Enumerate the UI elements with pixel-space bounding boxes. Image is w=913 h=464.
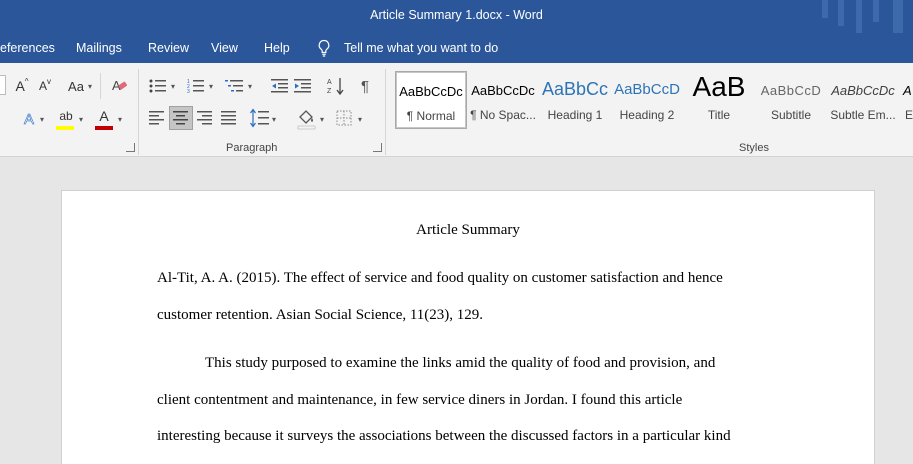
font-color-bar bbox=[95, 126, 113, 130]
numbering-icon[interactable]: 1 2 3 bbox=[187, 78, 205, 94]
tab-review[interactable]: Review bbox=[148, 41, 189, 55]
title-bar-pattern bbox=[822, 0, 828, 18]
change-case-button[interactable]: Aa bbox=[64, 77, 88, 95]
style-no-spacing[interactable]: AaBbCcDc ¶ No Spac... bbox=[467, 71, 539, 129]
lightbulb-icon[interactable] bbox=[317, 39, 331, 57]
chevron-down-icon[interactable]: ▾ bbox=[118, 115, 122, 124]
style-sample: AaB bbox=[692, 71, 746, 102]
chevron-down-icon[interactable]: ▾ bbox=[209, 82, 213, 91]
style-name: ¶ No Spac... bbox=[470, 108, 536, 122]
align-center-icon bbox=[173, 111, 188, 125]
tab-mailings[interactable]: Mailings bbox=[76, 41, 122, 55]
style-sample: AaBbCcD bbox=[760, 83, 822, 98]
chevron-down-icon[interactable]: ▾ bbox=[358, 115, 362, 124]
reference-line-1: Al-Tit, A. A. (2015). The effect of serv… bbox=[157, 270, 723, 286]
paragraph-line-2: client contentment and maintenance, in f… bbox=[157, 392, 683, 408]
tell-me-search[interactable]: Tell me what you want to do bbox=[344, 41, 498, 55]
ribbon: A ^ Av Aa ▾ A A ▾ ab ▾ A ▾ ▾ 1 2 3 ▾ ▾ A… bbox=[0, 63, 913, 157]
style-name: ¶ Normal bbox=[406, 109, 456, 123]
font-dialog-launcher[interactable] bbox=[126, 143, 135, 152]
chevron-down-icon[interactable]: ▾ bbox=[320, 115, 324, 124]
style-sample: AaBbCcDc bbox=[831, 83, 895, 98]
paragraph-group-label: Paragraph bbox=[226, 142, 278, 154]
style-heading-1[interactable]: AaBbCc Heading 1 bbox=[539, 71, 611, 129]
line-spacing-icon[interactable] bbox=[250, 108, 270, 128]
style-name: Subtle Em... bbox=[830, 108, 896, 122]
style-name: Heading 2 bbox=[619, 108, 675, 122]
style-sample: A bbox=[903, 83, 912, 98]
grow-font-label: A bbox=[15, 78, 25, 94]
text-effects-button[interactable]: A bbox=[20, 109, 38, 129]
paragraph-dialog-launcher[interactable] bbox=[373, 143, 382, 152]
grow-font-button[interactable]: A ^ bbox=[12, 77, 32, 95]
style-normal[interactable]: AaBbCcDc ¶ Normal bbox=[395, 71, 467, 129]
chevron-down-icon[interactable]: ▾ bbox=[88, 82, 92, 91]
document-page[interactable]: Article Summary Al-Tit, A. A. (2015). Th… bbox=[61, 190, 875, 464]
title-bar-pattern bbox=[856, 0, 862, 33]
clear-formatting-icon[interactable]: A bbox=[111, 76, 129, 94]
chevron-down-icon[interactable]: ▾ bbox=[171, 82, 175, 91]
show-formatting-marks-button[interactable]: ¶ bbox=[356, 76, 374, 96]
style-name: Title bbox=[707, 108, 731, 122]
style-heading-2[interactable]: AaBbCcD Heading 2 bbox=[611, 71, 683, 129]
reference-line-2: customer retention. Asian Social Science… bbox=[157, 307, 484, 323]
style-title[interactable]: AaB Title bbox=[683, 71, 755, 129]
style-sample: AaBbCc bbox=[541, 79, 609, 99]
align-right-icon[interactable] bbox=[197, 111, 213, 125]
pilcrow-icon: ¶ bbox=[360, 77, 370, 95]
style-subtitle[interactable]: AaBbCcD Subtitle bbox=[755, 71, 827, 129]
styles-gallery: AaBbCcDc ¶ Normal AaBbCcDc ¶ No Spac... … bbox=[395, 63, 913, 141]
title-bar: Article Summary 1.docx - Word bbox=[0, 0, 913, 33]
style-name: Subtitle bbox=[770, 108, 812, 122]
paragraph-line-1: This study purposed to examine the links… bbox=[205, 355, 716, 371]
shading-icon[interactable] bbox=[297, 108, 317, 130]
styles-group-label: Styles bbox=[739, 142, 769, 154]
ribbon-tabs: eferences Mailings Review View Help Tell… bbox=[0, 33, 913, 63]
font-color-label: A bbox=[99, 108, 109, 124]
window-title: Article Summary 1.docx - Word bbox=[370, 8, 543, 22]
svg-text:3: 3 bbox=[187, 89, 190, 94]
chevron-down-icon[interactable]: ▾ bbox=[79, 115, 83, 124]
svg-text:A: A bbox=[327, 79, 332, 86]
tab-help[interactable]: Help bbox=[264, 41, 290, 55]
style-sample: AaBbCcDc bbox=[399, 84, 463, 99]
paragraph-line-3: interesting because it surveys the assoc… bbox=[157, 428, 731, 444]
borders-icon[interactable] bbox=[336, 110, 352, 126]
style-name: Heading 1 bbox=[547, 108, 603, 122]
style-subtle-emphasis[interactable]: AaBbCcDc Subtle Em... bbox=[827, 71, 899, 129]
font-size-box-edge[interactable] bbox=[0, 75, 6, 95]
style-sample: AaBbCcDc bbox=[471, 83, 535, 98]
chevron-down-icon[interactable]: ▾ bbox=[40, 115, 44, 124]
group-divider bbox=[385, 69, 386, 155]
title-bar-pattern bbox=[893, 0, 903, 33]
chevron-down-icon[interactable]: ▾ bbox=[248, 82, 252, 91]
style-name: E bbox=[905, 108, 913, 122]
title-bar-pattern bbox=[873, 0, 879, 22]
highlight-color-bar bbox=[56, 126, 74, 130]
svg-text:Z: Z bbox=[327, 88, 332, 95]
align-center-button[interactable] bbox=[169, 106, 193, 130]
shrink-font-label: A bbox=[38, 79, 47, 93]
style-emphasis[interactable]: A E bbox=[899, 71, 913, 129]
chevron-down-icon[interactable]: ▾ bbox=[272, 115, 276, 124]
shrink-font-button[interactable]: Av bbox=[36, 77, 54, 95]
increase-indent-icon[interactable] bbox=[294, 78, 312, 94]
style-sample: AaBbCcD bbox=[614, 81, 680, 98]
group-divider bbox=[138, 69, 139, 155]
align-left-icon[interactable] bbox=[149, 111, 165, 125]
document-title: Article Summary bbox=[416, 222, 520, 238]
justify-icon[interactable] bbox=[221, 111, 237, 125]
title-bar-pattern bbox=[838, 0, 844, 26]
text-effects-label: A bbox=[23, 110, 35, 128]
tab-references[interactable]: eferences bbox=[0, 41, 55, 55]
change-case-label: Aa bbox=[68, 78, 84, 94]
tab-view[interactable]: View bbox=[211, 41, 238, 55]
divider bbox=[100, 73, 101, 99]
decrease-indent-icon[interactable] bbox=[271, 78, 289, 94]
multilevel-list-icon[interactable] bbox=[225, 78, 245, 94]
bullets-icon[interactable] bbox=[149, 78, 167, 94]
sort-icon[interactable]: AZ bbox=[327, 76, 345, 96]
highlight-label: ab bbox=[59, 109, 73, 123]
